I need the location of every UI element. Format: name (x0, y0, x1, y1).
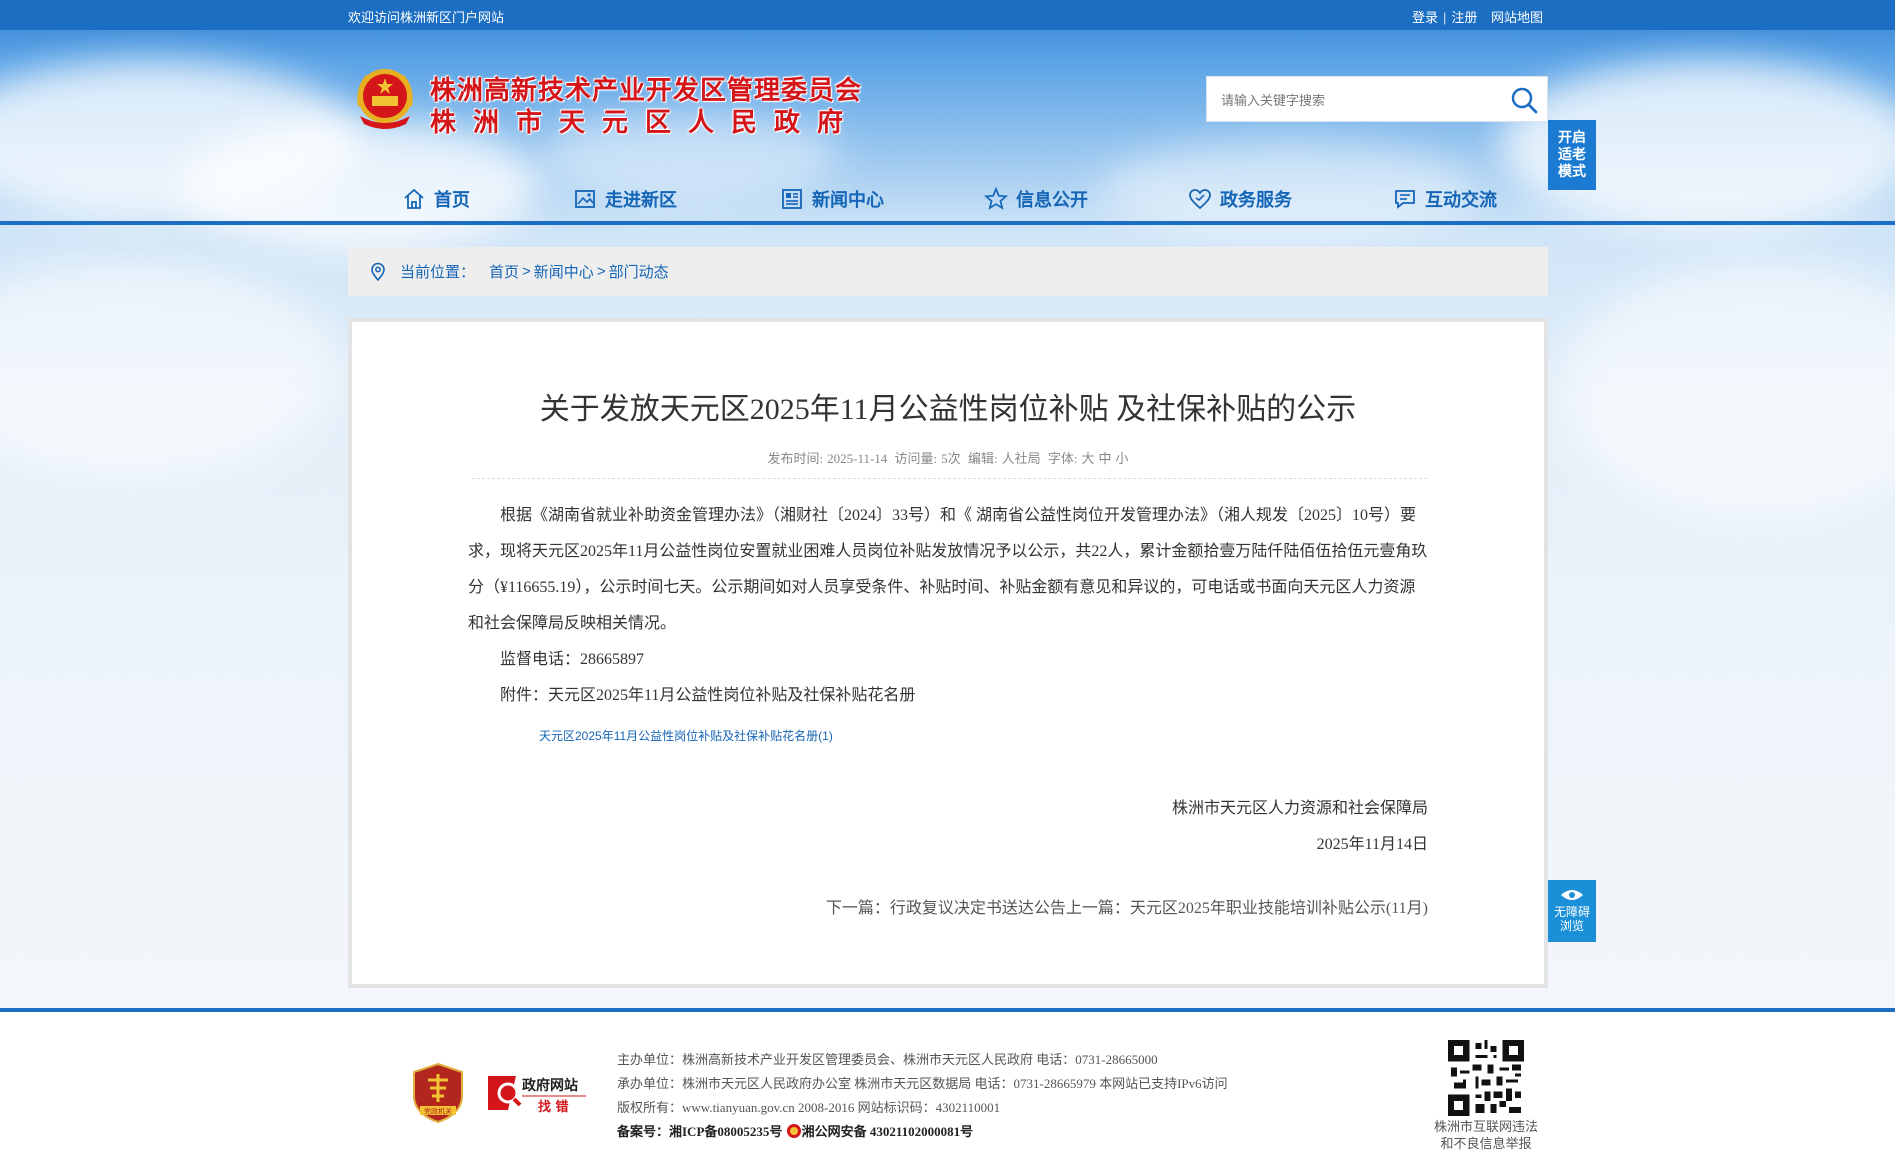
breadcrumb-department[interactable]: 部门动态 (609, 261, 669, 282)
title-divider (472, 478, 1427, 479)
badge-zf-text: 政府网站 (522, 1077, 578, 1094)
footer-records: 备案号：湘ICP备08005235号 湘公网安备 43021102000081号 (617, 1120, 1228, 1144)
nav-item-label: 政务服务 (1220, 190, 1292, 211)
search-box (1206, 76, 1548, 122)
nav-item-home[interactable]: 首页 (402, 184, 470, 214)
badge-jz-text: 党政机关 (424, 1107, 452, 1116)
chat-icon (1395, 190, 1415, 209)
elder-mode-text: 开启 (1558, 130, 1586, 146)
article-meta: 发布时间: 2025-11-14 访问量: 5次 编辑: 人社局 字体: 大中小 (352, 448, 1544, 467)
accessibility-text: 浏览 (1559, 919, 1584, 933)
footer-organizer: 承办单位：株洲市天元区人民政府办公室 株洲市天元区数据局 电话：0731-286… (617, 1076, 1228, 1091)
welcome-text: 欢迎访问株洲新区门户网站 (348, 10, 505, 25)
qr-caption: 株洲市互联网违法 和不良信息举报 (1424, 1118, 1548, 1152)
police-badge-icon (786, 1124, 801, 1138)
publish-label: 发布时间: (767, 451, 824, 466)
font-size-label: 字体: (1047, 451, 1078, 466)
nav-item-news[interactable]: 新闻中心 (780, 184, 884, 214)
attachment-link[interactable]: 天元区2025年11月公益性岗位补贴及社保补贴花名册(1) (539, 727, 833, 744)
icp-link[interactable]: 备案号：湘ICP备08005235号 (617, 1124, 782, 1139)
accessibility-button[interactable]: 无障碍 浏览 (1548, 880, 1596, 942)
article-body: 根据《湖南省就业补助资金管理办法》（湘财社〔2024〕33号）和《 湖南省公益性… (468, 498, 1428, 714)
main-nav: 首页 走进新区 新闻中心 信息公开 政务服务 互动交流 (0, 178, 1895, 224)
article-pager: 下一篇：行政复议决定书送达公告上一篇：天元区2025年职业技能培训补贴公示(11… (826, 894, 1428, 918)
nav-item-interaction[interactable]: 互动交流 (1393, 184, 1497, 214)
divider: | (1442, 10, 1447, 25)
font-large-button[interactable]: 大 (1081, 451, 1094, 466)
breadcrumb: 当前位置： 首页 > 新闻中心 > 部门动态 (348, 247, 1548, 296)
qr-code-icon (1448, 1040, 1524, 1116)
next-label: 下一篇： (825, 900, 890, 917)
footer: 党政机关 政府网站 找 错 主办单位：株洲高新技术产业开发区管理委员会、株洲市天… (0, 1008, 1895, 1168)
nav-item-label: 新闻中心 (812, 190, 884, 211)
login-link[interactable]: 登录 (1412, 10, 1438, 25)
national-emblem-icon (357, 69, 413, 129)
gov-site-error-report-icon[interactable]: 政府网站 找 错 (486, 1070, 588, 1116)
attachment-label: 附件：天元区2025年11月公益性岗位补贴及社保补贴花名册 (500, 687, 916, 704)
register-link[interactable]: 注册 (1451, 10, 1477, 25)
nav-item-label: 走进新区 (605, 190, 677, 211)
location-pin-icon (371, 262, 385, 281)
views-count: 5次 (941, 451, 961, 466)
top-links: 登录 | 注册 网站地图 (1412, 7, 1543, 26)
cloud-decoration (1560, 260, 1895, 520)
nav-item-service[interactable]: 政务服务 (1188, 184, 1292, 214)
sitemap-link[interactable]: 网站地图 (1491, 10, 1543, 25)
breadcrumb-separator: > (596, 263, 606, 280)
qr-caption-line: 和不良信息举报 (1440, 1136, 1532, 1151)
supervision-phone: 监督电话：28665897 (500, 651, 645, 668)
police-record-link[interactable]: 湘公网安备 43021102000081号 (802, 1124, 974, 1139)
nav-item-info[interactable]: 信息公开 (984, 184, 1088, 214)
heart-icon (1189, 189, 1211, 210)
cloud-decoration (0, 260, 340, 480)
nav-item-label: 互动交流 (1425, 190, 1497, 211)
signature-org: 株洲市天元区人力资源和社会保障局 (1171, 800, 1428, 817)
nav-item-label: 信息公开 (1016, 190, 1088, 211)
article-panel: 关于发放天元区2025年11月公益性岗位补贴 及社保补贴的公示 发布时间: 202… (348, 318, 1548, 988)
news-icon (782, 189, 802, 209)
qr-caption-line: 株洲市互联网违法 (1433, 1119, 1538, 1134)
top-bar: 欢迎访问株洲新区门户网站 登录 | 注册 网站地图 (0, 0, 1895, 30)
editor-label: 编辑: (967, 451, 998, 466)
eye-icon (1561, 890, 1583, 900)
prev-article-link[interactable]: 天元区2025年职业技能培训补贴公示(11月) (1130, 900, 1428, 917)
search-icon[interactable] (1509, 85, 1539, 115)
editor-name: 人社局 (1001, 451, 1041, 466)
search-input[interactable] (1221, 89, 1501, 111)
party-gov-badge-icon[interactable]: 党政机关 (412, 1062, 464, 1124)
breadcrumb-label: 当前位置： (400, 264, 476, 281)
nav-item-label: 首页 (434, 190, 470, 211)
star-icon (984, 187, 1008, 210)
font-medium-button[interactable]: 中 (1098, 451, 1111, 466)
signature-date: 2025年11月14日 (1316, 836, 1428, 853)
article-paragraph: 根据《湖南省就业补助资金管理办法》（湘财社〔2024〕33号）和《 湖南省公益性… (468, 507, 1428, 632)
article-title: 关于发放天元区2025年11月公益性岗位补贴 及社保补贴的公示 (539, 393, 1357, 426)
breadcrumb-separator: > (522, 263, 531, 280)
logo-title-line2: 株洲市天元区人民政府 (430, 108, 861, 138)
next-article-link[interactable]: 行政复议决定书送达公告 (890, 900, 1066, 917)
nav-underline (0, 221, 1895, 225)
views-label: 访问量: (894, 451, 938, 466)
breadcrumb-home[interactable]: 首页 (489, 261, 519, 282)
publish-date: 2025-11-14 (827, 451, 888, 466)
font-small-button[interactable]: 小 (1115, 451, 1128, 466)
elder-mode-text: 适老 (1558, 147, 1586, 163)
nav-item-about[interactable]: 走进新区 (573, 184, 677, 214)
home-icon (404, 188, 424, 209)
divider (1482, 10, 1486, 25)
picture-icon (575, 190, 595, 208)
prev-label: 上一篇： (1065, 900, 1130, 917)
footer-sponsor: 主办单位：株洲高新技术产业开发区管理委员会、株洲市天元区人民政府 电话：0731… (617, 1052, 1158, 1067)
footer-info: 主办单位：株洲高新技术产业开发区管理委员会、株洲市天元区人民政府 电话：0731… (617, 1048, 1228, 1144)
accessibility-text: 无障碍 (1553, 905, 1590, 919)
breadcrumb-news[interactable]: 新闻中心 (534, 261, 594, 282)
footer-copyright: 版权所有：www.tianyuan.gov.cn 2008-2016 网站标识码… (617, 1100, 1001, 1115)
badge-zf-text: 找 错 (538, 1099, 569, 1115)
